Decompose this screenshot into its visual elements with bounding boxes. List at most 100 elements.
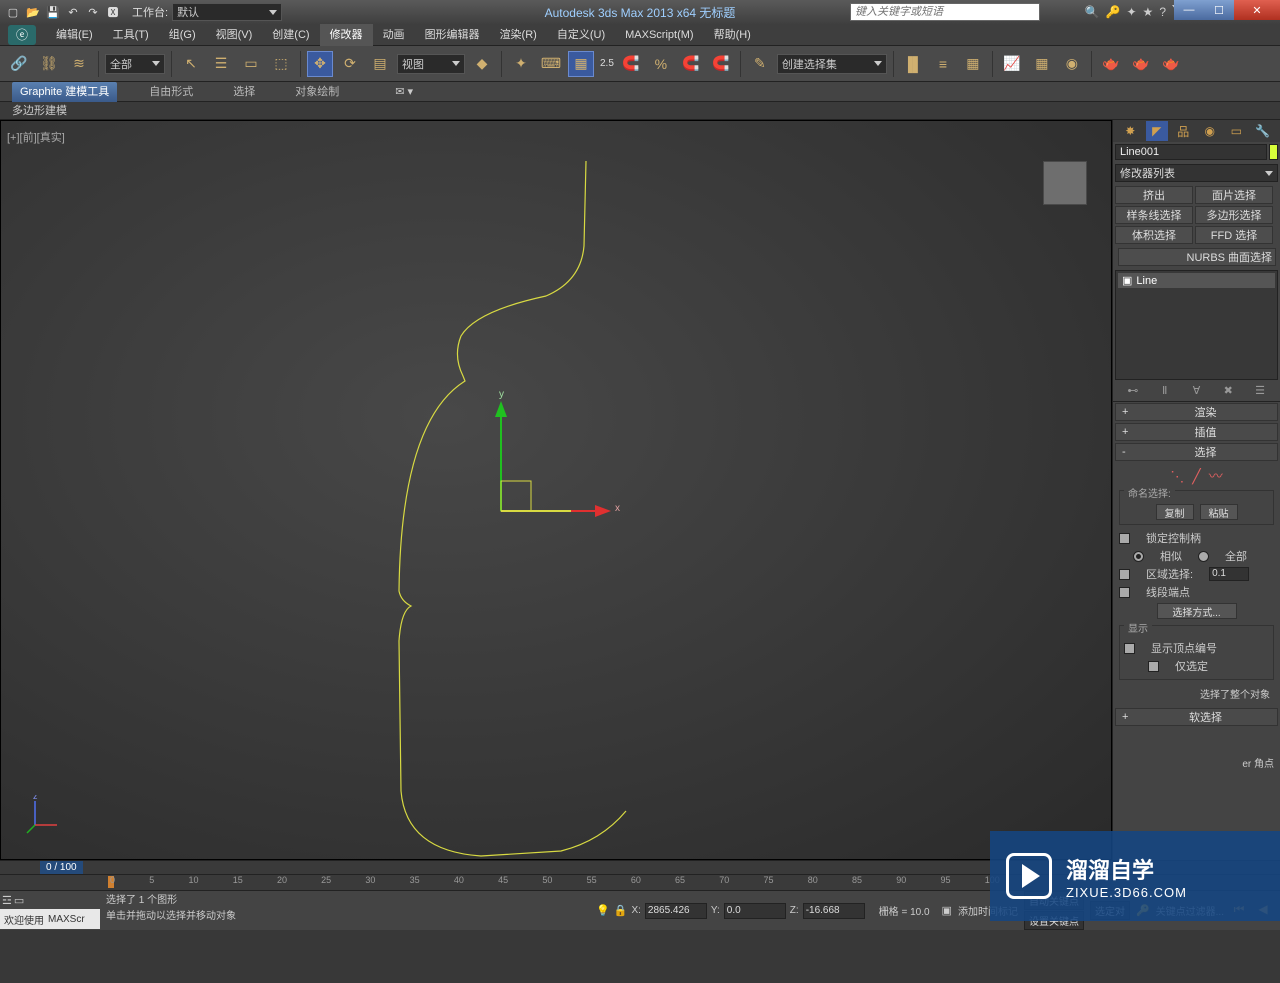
viewport-label[interactable]: [+][前][真实]: [7, 129, 65, 145]
bind-icon[interactable]: ≋: [66, 51, 92, 77]
redo-icon[interactable]: ↷: [84, 3, 102, 21]
z-coord-input[interactable]: [803, 903, 865, 919]
area-select-checkbox[interactable]: [1119, 569, 1130, 580]
viewport[interactable]: [+][前][真实] y x z: [0, 120, 1112, 860]
show-vert-num-checkbox[interactable]: [1124, 643, 1135, 654]
close-button[interactable]: ✕: [1234, 0, 1280, 20]
rollout-soft[interactable]: +软选择: [1115, 708, 1278, 726]
pin-icon[interactable]: ⊷: [1124, 384, 1142, 400]
listener-icon[interactable]: ▭: [14, 894, 24, 907]
mail-icon[interactable]: ✉ ▾: [395, 85, 413, 98]
ref-coord-dropdown[interactable]: 视图: [397, 54, 465, 74]
script-icon[interactable]: ☲: [2, 894, 12, 907]
modifier-button-4[interactable]: 体积选择: [1115, 226, 1193, 244]
layer-icon[interactable]: ▦: [960, 51, 986, 77]
create-tab-icon[interactable]: ✸: [1119, 121, 1141, 141]
snap-3d-icon[interactable]: ▦: [568, 51, 594, 77]
menu-item-6[interactable]: 动画: [373, 24, 415, 46]
spline-subobj-icon[interactable]: 〰: [1209, 466, 1223, 486]
ribbon-tab-1[interactable]: 自由形式: [141, 82, 201, 102]
all-radio[interactable]: [1198, 551, 1209, 562]
render-frame-icon[interactable]: 🫖: [1128, 51, 1154, 77]
open-icon[interactable]: 📂: [24, 3, 42, 21]
only-selected-checkbox[interactable]: [1148, 661, 1159, 672]
display-tab-icon[interactable]: ▭: [1225, 121, 1247, 141]
mirror-icon[interactable]: ▐▌: [900, 51, 926, 77]
menu-item-2[interactable]: 组(G): [159, 24, 206, 46]
align-icon[interactable]: ≡: [930, 51, 956, 77]
y-coord-input[interactable]: [724, 903, 786, 919]
utilities-tab-icon[interactable]: 🔧: [1252, 121, 1274, 141]
object-color-swatch[interactable]: [1269, 144, 1278, 160]
ribbon-tab-3[interactable]: 对象绘制: [287, 82, 347, 102]
keyboard-icon[interactable]: ⌨: [538, 51, 564, 77]
nurbs-select-button[interactable]: NURBS 曲面选择: [1118, 248, 1276, 266]
maxscript-label[interactable]: MAXScr: [48, 914, 85, 925]
segment-subobj-icon[interactable]: ╱: [1192, 468, 1200, 485]
menu-item-0[interactable]: 编辑(E): [46, 24, 103, 46]
menu-item-1[interactable]: 工具(T): [103, 24, 159, 46]
unique-icon[interactable]: ∀: [1187, 384, 1205, 400]
time-tag-icon[interactable]: ▣: [942, 904, 952, 917]
x-coord-input[interactable]: [645, 903, 707, 919]
menu-item-4[interactable]: 创建(C): [262, 24, 319, 46]
copy-button[interactable]: 复制: [1156, 504, 1194, 520]
star-icon[interactable]: ✦: [1126, 5, 1136, 19]
maximize-button[interactable]: ☐: [1204, 0, 1234, 20]
curve-editor-icon[interactable]: 📈: [999, 51, 1025, 77]
modifier-button-3[interactable]: 多边形选择: [1195, 206, 1273, 224]
similar-radio[interactable]: [1133, 551, 1144, 562]
rollout-render[interactable]: +渲染: [1115, 403, 1278, 421]
select-icon[interactable]: ↖: [178, 51, 204, 77]
rollout-select[interactable]: -选择: [1115, 443, 1278, 461]
undo-icon[interactable]: ↶: [64, 3, 82, 21]
hierarchy-tab-icon[interactable]: 品: [1172, 121, 1194, 141]
modifier-button-5[interactable]: FFD 选择: [1195, 226, 1273, 244]
menu-item-5[interactable]: 修改器: [320, 24, 373, 46]
paste-button[interactable]: 粘贴: [1200, 504, 1238, 520]
area-value-spinner[interactable]: 0.1: [1209, 567, 1249, 581]
favorite-icon[interactable]: ★: [1143, 5, 1154, 19]
app-menu-button[interactable]: ⓔ: [8, 25, 36, 45]
modifier-stack[interactable]: ▣Line: [1115, 270, 1278, 380]
menu-item-7[interactable]: 图形编辑器: [415, 24, 490, 46]
lock-icon[interactable]: 💡: [596, 904, 610, 917]
motion-tab-icon[interactable]: ◉: [1199, 121, 1221, 141]
view-cube[interactable]: [1043, 161, 1087, 205]
configure-icon[interactable]: ☰: [1251, 384, 1269, 400]
menu-item-3[interactable]: 视图(V): [206, 24, 263, 46]
lock-selection-icon[interactable]: 🔒: [614, 904, 628, 917]
named-selset-dropdown[interactable]: 创建选择集: [777, 54, 887, 74]
move-gizmo[interactable]: y x: [481, 391, 641, 551]
menu-item-10[interactable]: MAXScript(M): [615, 24, 703, 46]
binoculars-icon[interactable]: 🔍: [1085, 5, 1100, 19]
ribbon-subtab[interactable]: 多边形建模: [0, 102, 1280, 120]
rect-select-icon[interactable]: ▭: [238, 51, 264, 77]
spinner-snap-icon[interactable]: 🧲: [678, 51, 704, 77]
render-icon[interactable]: 🫖: [1158, 51, 1184, 77]
lock-handles-checkbox[interactable]: [1119, 533, 1130, 544]
scale-icon[interactable]: ▤: [367, 51, 393, 77]
ribbon-tab-2[interactable]: 选择: [225, 82, 263, 102]
unlink-icon[interactable]: ⛓: [36, 51, 62, 77]
workspace-dropdown[interactable]: 默认: [172, 3, 282, 21]
save-icon[interactable]: 💾: [44, 3, 62, 21]
link-icon[interactable]: 🔗: [6, 51, 32, 77]
vertex-subobj-icon[interactable]: ⋱: [1170, 468, 1184, 485]
modifier-list-dropdown[interactable]: 修改器列表: [1115, 164, 1278, 182]
minimize-button[interactable]: —: [1174, 0, 1204, 20]
select-name-icon[interactable]: ☰: [208, 51, 234, 77]
render-setup-icon[interactable]: 🫖: [1098, 51, 1124, 77]
object-name-input[interactable]: [1115, 144, 1267, 160]
help-icon[interactable]: ?: [1159, 5, 1166, 19]
window-crossing-icon[interactable]: ⬚: [268, 51, 294, 77]
manipulate-icon[interactable]: ✦: [508, 51, 534, 77]
material-icon[interactable]: ◉: [1059, 51, 1085, 77]
rollout-interp[interactable]: +插值: [1115, 423, 1278, 441]
ribbon-tab-0[interactable]: Graphite 建模工具: [12, 82, 117, 102]
help-search-input[interactable]: [850, 3, 1040, 21]
project-icon[interactable]: 🆇: [104, 3, 122, 21]
schematic-icon[interactable]: ▦: [1029, 51, 1055, 77]
remove-icon[interactable]: ✖: [1219, 384, 1237, 400]
rotate-icon[interactable]: ⟳: [337, 51, 363, 77]
